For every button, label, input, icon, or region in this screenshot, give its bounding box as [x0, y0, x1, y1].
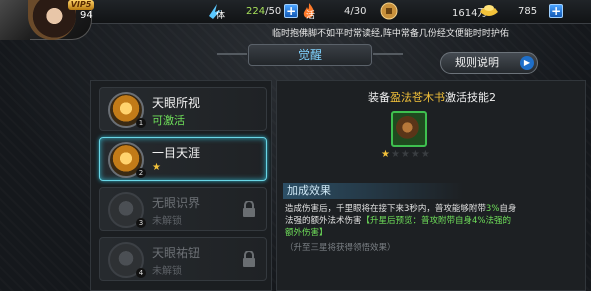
vitality-label: 活 [306, 11, 316, 21]
skill-number: 2 [136, 168, 146, 178]
vitality-value: 4/30 [344, 5, 367, 17]
coin-icon [378, 1, 400, 21]
gold-resource: 785 + [478, 1, 564, 21]
skill-detail-panel: 装备盈法苍木书激活技能2 ★★★★★ 加成效果 造成伤害后，千里眼将在接下来3秒… [276, 80, 586, 291]
player-level: 94 [80, 10, 93, 21]
coins-resource: 1614万 [378, 2, 487, 20]
avatar-back-panel [0, 0, 30, 40]
gold-ingot-icon [478, 1, 500, 21]
skill-number: 3 [136, 218, 146, 228]
vitality-resource: 活 4/30 [298, 2, 367, 21]
add-gold-button[interactable]: + [549, 4, 564, 18]
effect-value: 3% [485, 204, 500, 214]
skill-item-4[interactable]: 4 天眼祐钮 未解锁 [99, 237, 267, 281]
skill-item-2[interactable]: 2 一目天涯 ★ [99, 137, 267, 181]
effect-text: 造成伤害后，千里眼将在接下来3秒内，普攻能够附带 [285, 204, 486, 214]
star-upgrade-note: （升至三星将获得领悟效果） [285, 243, 396, 253]
effect-text: 自身 [499, 204, 517, 214]
scrolling-notice: 临时抱佛脚不如平时常读经,阵中常备几份经文便能时时护佑 [272, 29, 509, 39]
rules-button[interactable]: 规则说明 ▶ [440, 52, 538, 74]
upgrade-preview: 额外伤害】 [285, 228, 328, 238]
effect-title: 加成效果 [283, 183, 463, 199]
equipment-book-icon[interactable] [391, 111, 427, 147]
equip-requirement: 装备盈法苍木书激活技能2 [277, 89, 587, 105]
player-avatar-frame[interactable]: VIP5 94 [0, 0, 94, 40]
star-empty: ★★★★ [390, 149, 431, 160]
equip-prefix: 装备 [368, 91, 390, 104]
gold-value: 785 [518, 5, 538, 17]
equipment-star-rating: ★★★★★ [381, 149, 431, 160]
skill-status: 可激活 [152, 114, 185, 127]
lock-icon [242, 251, 256, 267]
skill-name: 天眼所视 [152, 96, 201, 110]
skill-name: 一目天涯 [152, 146, 201, 160]
awakening-skill-list: 1 天眼所视 可激活 2 一目天涯 ★ 3 无眼识界 未解锁 4 天眼祐钮 未解… [90, 80, 272, 291]
lock-icon [242, 201, 256, 217]
skill-item-1[interactable]: 1 天眼所视 可激活 [99, 87, 267, 131]
stamina-value: 224 [246, 5, 266, 17]
skill-name: 无眼识界 [152, 196, 201, 210]
equip-suffix: 激活技能2 [445, 91, 496, 104]
stamina-resource: 体 224 /50 + [206, 2, 299, 21]
skill-item-3[interactable]: 3 无眼识界 未解锁 [99, 187, 267, 231]
page-title: 觉醒 [217, 44, 403, 66]
skill-number: 1 [136, 118, 146, 128]
skill-status: 未解锁 [152, 266, 182, 277]
rules-button-label: 规则说明 [455, 56, 499, 69]
play-arrow-icon: ▶ [520, 56, 534, 70]
upgrade-preview: 【升星后预览：普攻附带自身4%法强的 [361, 216, 512, 226]
skill-status: 未解锁 [152, 216, 182, 227]
star-filled: ★ [381, 149, 391, 160]
skill-number: 4 [136, 268, 146, 278]
skill-name: 天眼祐钮 [152, 246, 201, 260]
add-stamina-button[interactable]: + [284, 4, 299, 18]
stamina-label: 体 [216, 11, 226, 21]
skill-star-rating: ★ [152, 162, 161, 173]
stamina-max: /50 [265, 5, 282, 17]
effect-description: 造成伤害后，千里眼将在接下来3秒内，普攻能够附带3%自身 法强的额外法术伤害【升… [285, 203, 577, 239]
effect-text: 法强的额外法术伤害 [285, 216, 362, 226]
vip-badge: VIP5 [68, 0, 94, 10]
equip-item-name[interactable]: 盈法苍木书 [390, 91, 445, 104]
